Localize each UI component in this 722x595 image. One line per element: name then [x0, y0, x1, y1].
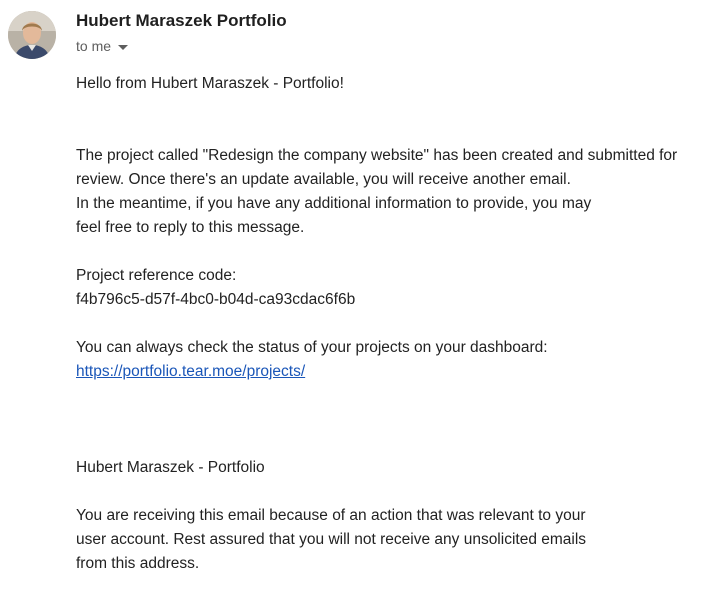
- paragraph-line: feel free to reply to this message.: [76, 219, 305, 236]
- reference-code: f4b796c5-d57f-4bc0-b04d-ca93cdac6f6b: [76, 291, 356, 308]
- dashboard-link-row: https://portfolio.tear.moe/projects/: [76, 360, 716, 384]
- sender-name[interactable]: Hubert Maraszek Portfolio: [76, 11, 287, 31]
- paragraph-line: In the meantime, if you have any additio…: [76, 195, 592, 212]
- dashboard-link[interactable]: https://portfolio.tear.moe/projects/: [76, 363, 305, 380]
- email-view: Hubert Maraszek Portfolio to me Hello fr…: [0, 0, 722, 595]
- message-body: Hello from Hubert Maraszek - Portfolio! …: [76, 72, 716, 576]
- greeting: Hello from Hubert Maraszek - Portfolio!: [76, 75, 344, 92]
- reference-label: Project reference code:: [76, 267, 237, 284]
- status-text: You can always check the status of your …: [76, 339, 548, 356]
- person-avatar-icon: [8, 11, 56, 59]
- sender-avatar[interactable]: [8, 11, 56, 59]
- paragraph-line: The project called "Redesign the company…: [76, 147, 678, 164]
- recipient-label: to me: [76, 38, 112, 54]
- footer-line: user account. Rest assured that you will…: [76, 531, 587, 548]
- signature: Hubert Maraszek - Portfolio: [76, 459, 265, 476]
- recipient-row[interactable]: to me: [76, 37, 129, 55]
- caret-down-icon[interactable]: [118, 44, 129, 50]
- footer-line: from this address.: [76, 555, 200, 572]
- footer-line: You are receiving this email because of …: [76, 507, 586, 524]
- paragraph-line: review. Once there's an update available…: [76, 171, 571, 188]
